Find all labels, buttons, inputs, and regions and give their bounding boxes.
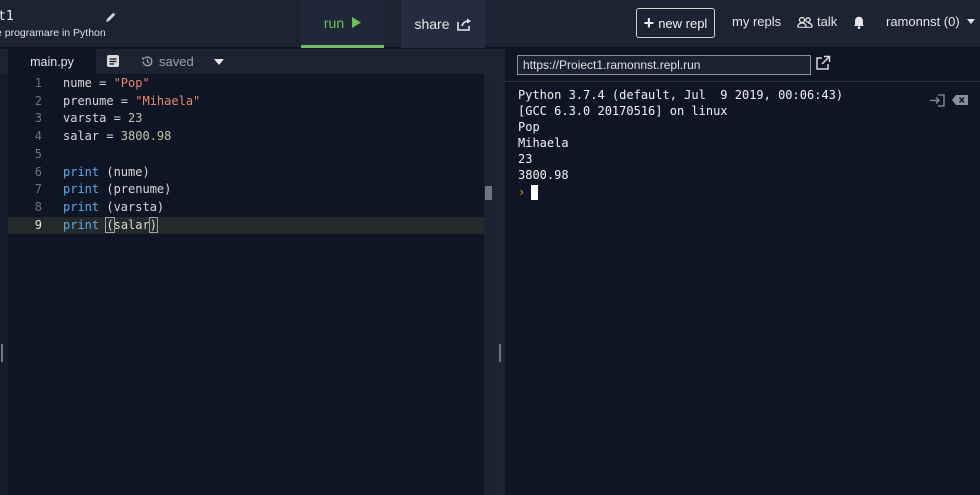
bell-icon[interactable] (853, 15, 865, 29)
history-icon (142, 56, 153, 67)
line-code: print (prenume) (63, 182, 172, 197)
console-output-line: 3800.98 (518, 168, 569, 182)
pencil-icon[interactable] (104, 10, 118, 24)
console-output-line: Mihaela (518, 136, 569, 150)
console-output-line: Pop (518, 120, 540, 134)
line-number: 9 (34, 217, 42, 232)
sidebar-resize-handle[interactable] (1, 344, 3, 362)
line-number: 8 (34, 199, 42, 214)
code-line[interactable]: 7 print (prenume) (8, 181, 495, 199)
editor-menu-dropdown[interactable] (214, 59, 224, 65)
clear-icon[interactable] (952, 95, 968, 105)
my-repls-label: my repls (732, 14, 782, 29)
code-line[interactable]: 4 salar = 3800.98 (8, 128, 495, 146)
new-repl-button[interactable]: + new repl (636, 8, 715, 38)
project-description[interactable]: e programare in Python (0, 27, 106, 39)
line-number: 2 (34, 93, 42, 108)
document-icon[interactable] (106, 54, 120, 68)
console-output-line: [GCC 6.3.0 20170516] on linux (518, 104, 728, 118)
file-tab-main-py[interactable]: main.py (8, 49, 96, 74)
line-number: 4 (34, 129, 42, 144)
editor-header: main.py saved (0, 49, 495, 74)
talk-label: talk (817, 14, 838, 29)
console-prompt: › (518, 185, 526, 199)
console-separator (505, 81, 980, 82)
code-line[interactable]: 6 print (nume) (8, 164, 495, 182)
line-number: 6 (34, 164, 42, 179)
editor-scrollbar[interactable] (484, 74, 495, 495)
share-button[interactable]: share (401, 0, 485, 48)
editor-gutter-edge (0, 74, 8, 495)
share-icon (456, 18, 471, 31)
plus-icon: + (643, 13, 655, 33)
line-code: prenume = "Mihaela" (63, 93, 201, 108)
repl-url-field[interactable]: https://Proiect1.ramonnst.repl.run (517, 55, 811, 75)
line-number: 1 (34, 76, 42, 90)
user-label: ramonnst (0) (886, 14, 960, 29)
run-button[interactable]: run (301, 0, 384, 48)
code-line[interactable]: 2 prenume = "Mihaela" (8, 93, 495, 111)
console-output-line: Python 3.7.4 (default, Jul 9 2019, 00:06… (518, 88, 844, 102)
talk-link[interactable]: talk (797, 14, 837, 29)
line-code: salar = 3800.98 (63, 129, 172, 144)
top-bar: t1 e programare in Python run share + ne… (0, 0, 980, 48)
line-number: 7 (34, 182, 42, 197)
code-line[interactable]: 9 print (salar) (8, 216, 495, 235)
code-line[interactable]: 3 varsta = 23 (8, 110, 495, 128)
line-code: print (salar) (63, 216, 158, 233)
my-repls-link[interactable]: my repls (732, 14, 781, 29)
line-code: varsta = 23 (63, 111, 143, 126)
user-menu[interactable]: ramonnst (0) (886, 14, 975, 29)
console-output-line: 23 (518, 152, 533, 166)
line-code: print (varsta) (63, 199, 165, 214)
editor-scrollbar-thumb[interactable] (485, 186, 492, 200)
line-number: 5 (34, 146, 42, 161)
code-line[interactable]: 5 (8, 146, 495, 164)
saved-label: saved (159, 54, 194, 69)
code-line[interactable]: 1 nume = "Pop" (8, 75, 495, 93)
play-icon (352, 17, 362, 28)
console-cursor[interactable] (531, 185, 538, 200)
saved-indicator: saved (141, 54, 194, 69)
people-icon (797, 16, 813, 28)
pane-resize-handle[interactable] (499, 344, 501, 362)
new-repl-label: new repl (658, 15, 708, 31)
exit-icon[interactable] (929, 94, 945, 107)
run-label: run (323, 14, 345, 31)
project-title[interactable]: t1 (0, 9, 14, 24)
pane-divider[interactable] (495, 49, 505, 495)
line-code: print (nume) (63, 164, 150, 179)
line-code: nume = "Pop" (63, 76, 150, 90)
share-label: share (414, 16, 450, 32)
line-number: 3 (34, 111, 42, 126)
code-line[interactable]: 8 print (varsta) (8, 199, 495, 217)
caret-down-icon (966, 19, 975, 24)
external-link-icon[interactable] (815, 55, 831, 71)
